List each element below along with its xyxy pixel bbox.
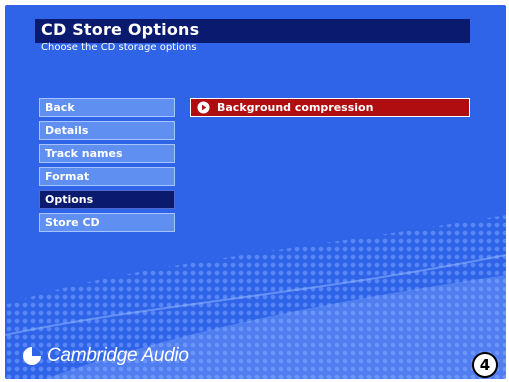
menu-item-options[interactable]: Options xyxy=(39,190,175,209)
menu-list: Back Details Track names Format Options … xyxy=(39,98,179,236)
menu-item-store-cd[interactable]: Store CD xyxy=(39,213,175,232)
page-title: CD Store Options xyxy=(41,20,200,39)
option-background-compression[interactable]: Background compression xyxy=(190,98,470,117)
brand-name: Cambridge Audio xyxy=(47,345,189,366)
menu-item-back[interactable]: Back xyxy=(39,98,175,117)
cambridge-audio-logo-icon xyxy=(23,347,41,365)
page-number-badge: 4 xyxy=(472,352,498,378)
page-subtitle: Choose the CD storage options xyxy=(41,42,197,53)
menu-item-format[interactable]: Format xyxy=(39,167,175,186)
play-circle-icon xyxy=(197,101,210,114)
tv-screen: CD Store Options Choose the CD storage o… xyxy=(5,5,506,379)
menu-item-track-names[interactable]: Track names xyxy=(39,144,175,163)
option-label: Background compression xyxy=(217,101,374,114)
brand-logo: Cambridge Audio xyxy=(22,345,189,367)
menu-item-details[interactable]: Details xyxy=(39,121,175,140)
